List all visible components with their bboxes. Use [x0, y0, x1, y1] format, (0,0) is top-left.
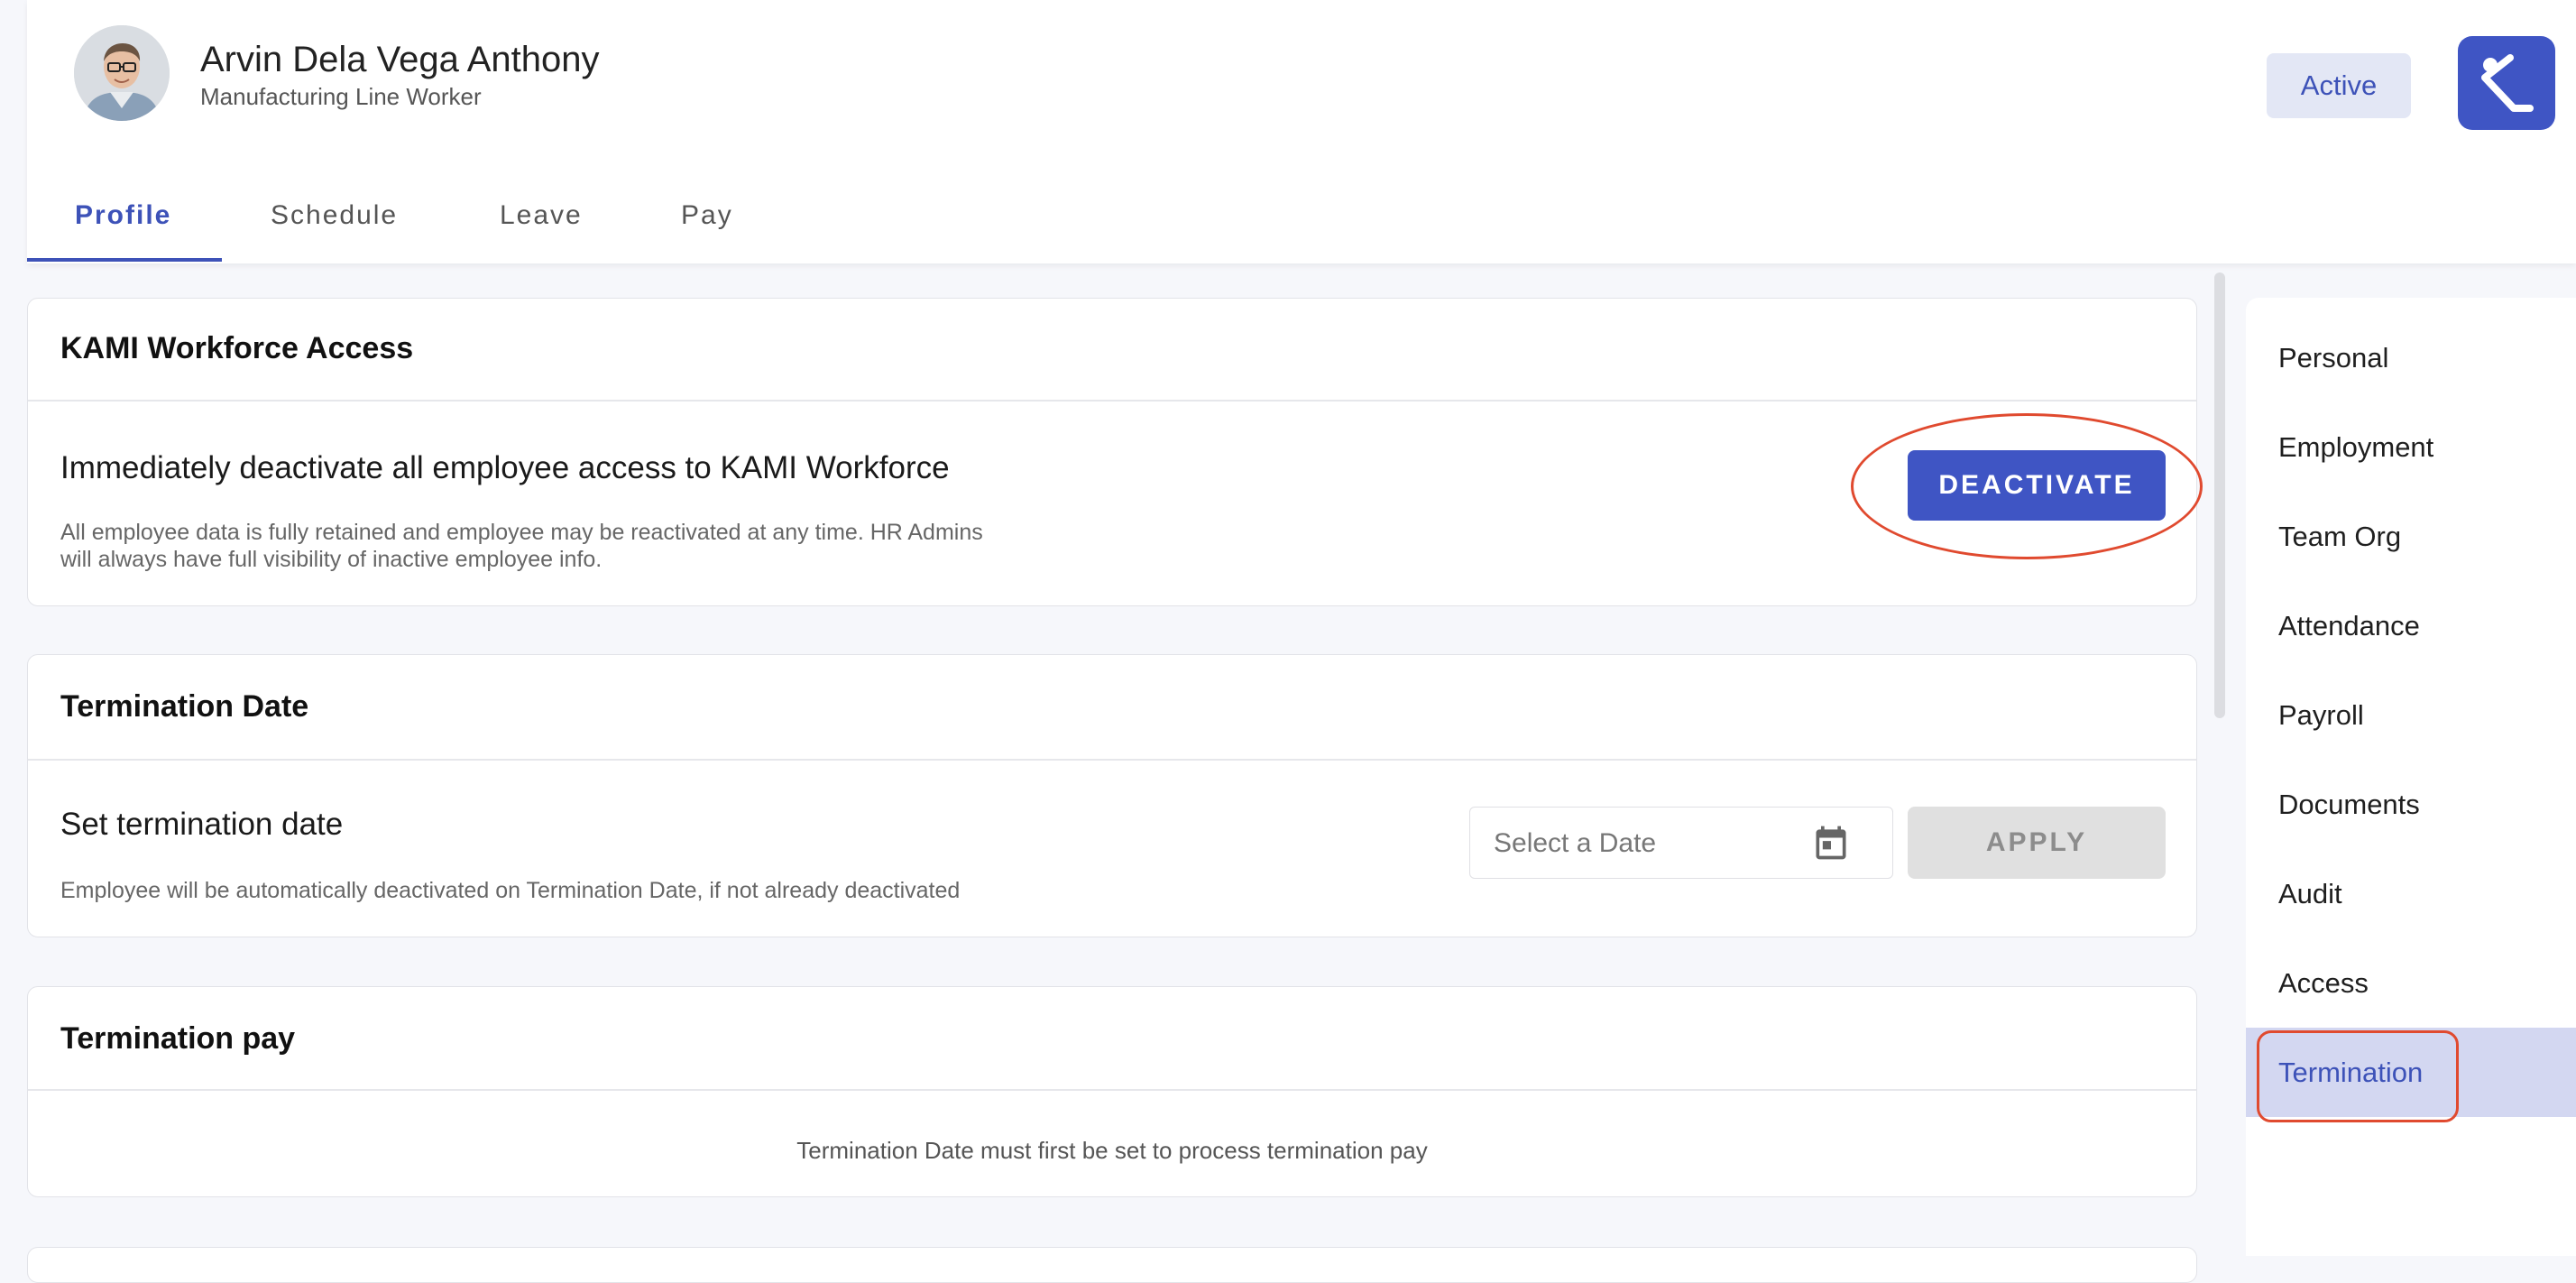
card-title: Termination Date: [60, 689, 309, 724]
termination-pay-message: Termination Date must first be set to pr…: [796, 1137, 1428, 1164]
sidenav-item-documents[interactable]: Documents: [2246, 760, 2576, 849]
status-badge: Active: [2267, 53, 2411, 118]
employee-name: Arvin Dela Vega Anthony: [200, 40, 600, 79]
sidenav-item-label: Employment: [2278, 431, 2434, 463]
tab-schedule[interactable]: Schedule: [271, 200, 398, 231]
avatar: [74, 25, 170, 121]
sidenav-item-label: Audit: [2278, 878, 2342, 909]
divider: [28, 400, 2196, 402]
scrollbar-thumb[interactable]: [2214, 272, 2225, 718]
sidenav-item-label: Termination: [2278, 1057, 2424, 1088]
divider: [28, 1089, 2196, 1091]
termination-pay-card: Termination pay Termination Date must fi…: [27, 986, 2197, 1197]
termination-date-picker[interactable]: [1469, 807, 1893, 880]
sidenav-item-personal[interactable]: Personal: [2246, 313, 2576, 402]
card-title: KAMI Workforce Access: [60, 331, 414, 365]
sidenav-item-label: Team Org: [2278, 521, 2402, 552]
tab-leave[interactable]: Leave: [500, 200, 583, 231]
kami-logo-icon[interactable]: [2458, 36, 2555, 130]
sidenav-item-termination[interactable]: Termination: [2246, 1028, 2576, 1117]
divider: [28, 759, 2196, 761]
sidenav-item-label: Payroll: [2278, 699, 2364, 731]
sidenav-item-access[interactable]: Access: [2246, 938, 2576, 1028]
employee-role: Manufacturing Line Worker: [200, 83, 482, 110]
description-line: will always have full visibility of inac…: [60, 547, 603, 572]
sidenav-item-audit[interactable]: Audit: [2246, 849, 2576, 938]
sidenav-item-label: Access: [2278, 967, 2369, 999]
tab-profile[interactable]: Profile: [75, 200, 171, 231]
deactivate-row-description: All employee data is fully retained and …: [60, 519, 983, 573]
deactivate-button[interactable]: DEACTIVATE: [1908, 450, 2166, 521]
sidenav-item-payroll[interactable]: Payroll: [2246, 670, 2576, 760]
profile-section-nav: Personal Employment Team Org Attendance …: [2246, 298, 2576, 1256]
termination-date-card: Termination Date Set termination date Em…: [27, 654, 2197, 937]
apply-button[interactable]: APPLY: [1908, 807, 2166, 879]
active-tab-indicator: [27, 258, 222, 262]
sidenav-item-label: Attendance: [2278, 610, 2420, 642]
description-line: All employee data is fully retained and …: [60, 520, 983, 545]
tab-pay[interactable]: Pay: [681, 200, 733, 231]
termination-date-row-title: Set termination date: [60, 807, 344, 842]
sidenav-item-label: Documents: [2278, 789, 2420, 820]
sidenav-item-employment[interactable]: Employment: [2246, 402, 2576, 492]
sidenav-item-attendance[interactable]: Attendance: [2246, 581, 2576, 670]
date-input[interactable]: [1492, 808, 1766, 880]
next-card: [27, 1247, 2197, 1283]
sidenav-item-label: Personal: [2278, 342, 2389, 374]
employee-header: Arvin Dela Vega Anthony Manufacturing Li…: [27, 0, 2576, 263]
deactivate-row-title: Immediately deactivate all employee acce…: [60, 450, 950, 485]
card-title: Termination pay: [60, 1021, 296, 1056]
sidenav-item-team-org[interactable]: Team Org: [2246, 492, 2576, 581]
calendar-icon[interactable]: [1811, 822, 1851, 863]
workforce-access-card: KAMI Workforce Access Immediately deacti…: [27, 298, 2197, 606]
termination-date-row-description: Employee will be automatically deactivat…: [60, 878, 961, 903]
